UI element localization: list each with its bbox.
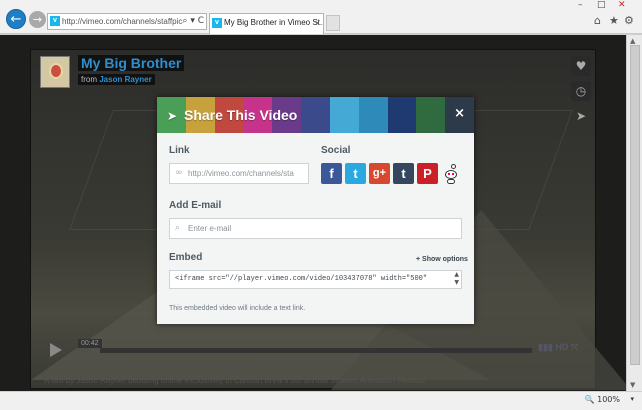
like-heart-icon[interactable]: ♥ [571, 56, 591, 76]
address-bar[interactable]: v http://vimeo.com/channels/staffpic ⌕ ▾… [47, 13, 207, 30]
social-label: Social [321, 145, 351, 156]
show-options-link[interactable]: + Show options [416, 256, 468, 263]
header-color-band [416, 97, 446, 133]
video-title[interactable]: My Big Brother [78, 55, 185, 71]
player-controls: 00:42 ▮▮▮ HD ⤧ [40, 335, 590, 363]
email-label: Add E-mail [169, 200, 222, 211]
author-link[interactable]: Jason Rayner [99, 75, 151, 84]
time-display: 00:42 [78, 339, 102, 348]
hd-toggle[interactable]: HD [555, 342, 568, 352]
header-color-band [387, 97, 417, 133]
address-text: http://vimeo.com/channels/staffpic [62, 17, 183, 26]
progress-bar[interactable] [100, 348, 532, 353]
video-caption: A film by Jason Rayner debuting online e… [44, 376, 425, 385]
status-bar: 🔍 100% ▾ [0, 391, 642, 410]
zoom-level[interactable]: 🔍 100% [585, 395, 620, 404]
author-avatar[interactable] [40, 56, 70, 88]
new-tab-button[interactable] [326, 15, 340, 31]
paper-plane-icon: ➤ [167, 109, 178, 123]
player-right-controls[interactable]: ▮▮▮ HD ⤧ [538, 342, 578, 353]
watch-later-clock-icon[interactable]: ◷ [571, 81, 591, 101]
twitter-icon[interactable]: t [345, 163, 366, 184]
textarea-scroll-arrows-icon[interactable]: ▲ ▼ [454, 271, 459, 287]
search-icon: ⌕ [175, 223, 181, 233]
minimize-icon[interactable]: – [578, 0, 583, 10]
address-bar-icons[interactable]: ⌕ ▾ C [182, 14, 204, 29]
zoom-dropdown-icon[interactable]: ▾ [630, 395, 634, 403]
reddit-icon[interactable] [443, 164, 459, 184]
tab-title: My Big Brother in Vimeo St... [224, 18, 324, 27]
googleplus-icon[interactable]: g+ [369, 163, 390, 184]
pinterest-icon[interactable]: P [417, 163, 438, 184]
embed-note: This embedded video will include a text … [169, 305, 306, 312]
modal-close-button[interactable]: × [454, 106, 465, 122]
link-label: Link [169, 145, 190, 156]
browser-tab[interactable]: v My Big Brother in Vimeo St... × [209, 13, 324, 34]
maximize-icon[interactable]: □ [597, 0, 606, 10]
tumblr-icon[interactable]: t [393, 163, 414, 184]
video-byline: from Jason Rayner [78, 74, 155, 85]
back-button[interactable]: ← [6, 9, 26, 29]
window-close-icon[interactable]: ✕ [618, 0, 626, 10]
share-plane-icon[interactable]: ➤ [571, 106, 591, 126]
settings-gear-icon[interactable]: ⚙ [624, 14, 634, 27]
header-color-band [358, 97, 388, 133]
favorites-star-icon[interactable]: ★ [609, 14, 619, 27]
chain-link-icon: ∞ [175, 168, 183, 178]
play-icon[interactable] [50, 343, 62, 357]
scroll-down-icon[interactable]: ▼ [630, 381, 635, 389]
forward-button[interactable]: → [29, 11, 46, 28]
browser-toolbar: ← → v http://vimeo.com/channels/staffpic… [0, 0, 642, 34]
volume-icon[interactable]: ▮▮▮ [538, 342, 553, 352]
header-color-band [329, 97, 359, 133]
share-modal: ➤ Share This Video × Link ∞ http://vimeo.… [157, 97, 474, 324]
fullscreen-icon[interactable]: ⤧ [571, 342, 578, 352]
tab-close-icon[interactable]: × [315, 14, 320, 32]
home-icon[interactable]: ⌂ [594, 14, 601, 27]
facebook-icon[interactable]: f [321, 163, 342, 184]
email-input[interactable]: ⌕ Enter e-mail [169, 218, 462, 239]
share-modal-title: ➤ Share This Video [167, 97, 297, 133]
link-field[interactable]: ∞ http://vimeo.com/channels/sta [169, 163, 309, 184]
scroll-thumb[interactable] [630, 45, 640, 365]
scroll-up-icon[interactable]: ▲ [630, 37, 635, 45]
embed-label: Embed [169, 252, 203, 263]
vimeo-favicon-icon: v [50, 16, 60, 26]
vimeo-favicon-icon: v [212, 18, 222, 28]
header-color-band [301, 97, 330, 133]
vertical-scrollbar[interactable]: ▲ ▼ [626, 35, 642, 391]
embed-code-textarea[interactable]: <iframe src="//player.vimeo.com/video/10… [169, 270, 462, 289]
